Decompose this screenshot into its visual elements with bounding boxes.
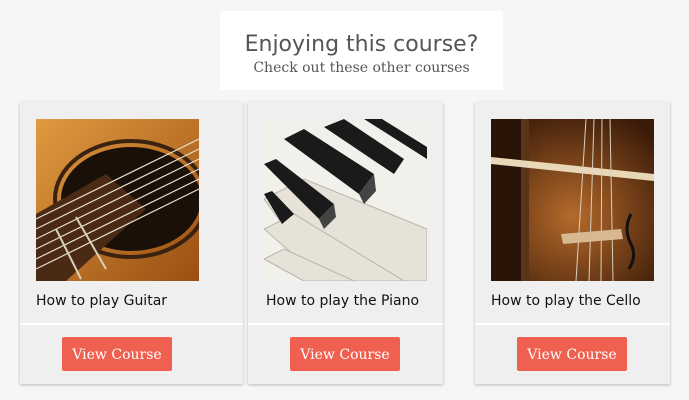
- course-title[interactable]: How to play Guitar: [36, 293, 167, 309]
- course-title[interactable]: How to play the Piano: [266, 293, 419, 309]
- view-course-button[interactable]: View Course: [517, 337, 627, 371]
- promo-subtitle: Check out these other courses: [253, 60, 470, 76]
- view-course-button[interactable]: View Course: [62, 337, 172, 371]
- promo-header: Enjoying this course? Check out these ot…: [220, 11, 503, 90]
- view-course-button[interactable]: View Course: [290, 337, 400, 371]
- guitar-image[interactable]: [36, 119, 199, 281]
- course-title[interactable]: How to play the Cello: [491, 293, 641, 309]
- cello-image[interactable]: [491, 119, 654, 281]
- card-divider: [248, 323, 443, 325]
- course-card-cello: How to play the Cello View Course: [475, 102, 670, 384]
- course-card-guitar: How to play Guitar View Course: [20, 102, 243, 384]
- card-divider: [20, 323, 243, 325]
- course-card-piano: How to play the Piano View Course: [248, 102, 443, 384]
- card-divider: [475, 323, 670, 325]
- piano-image[interactable]: [264, 119, 427, 281]
- promo-title: Enjoying this course?: [244, 32, 479, 57]
